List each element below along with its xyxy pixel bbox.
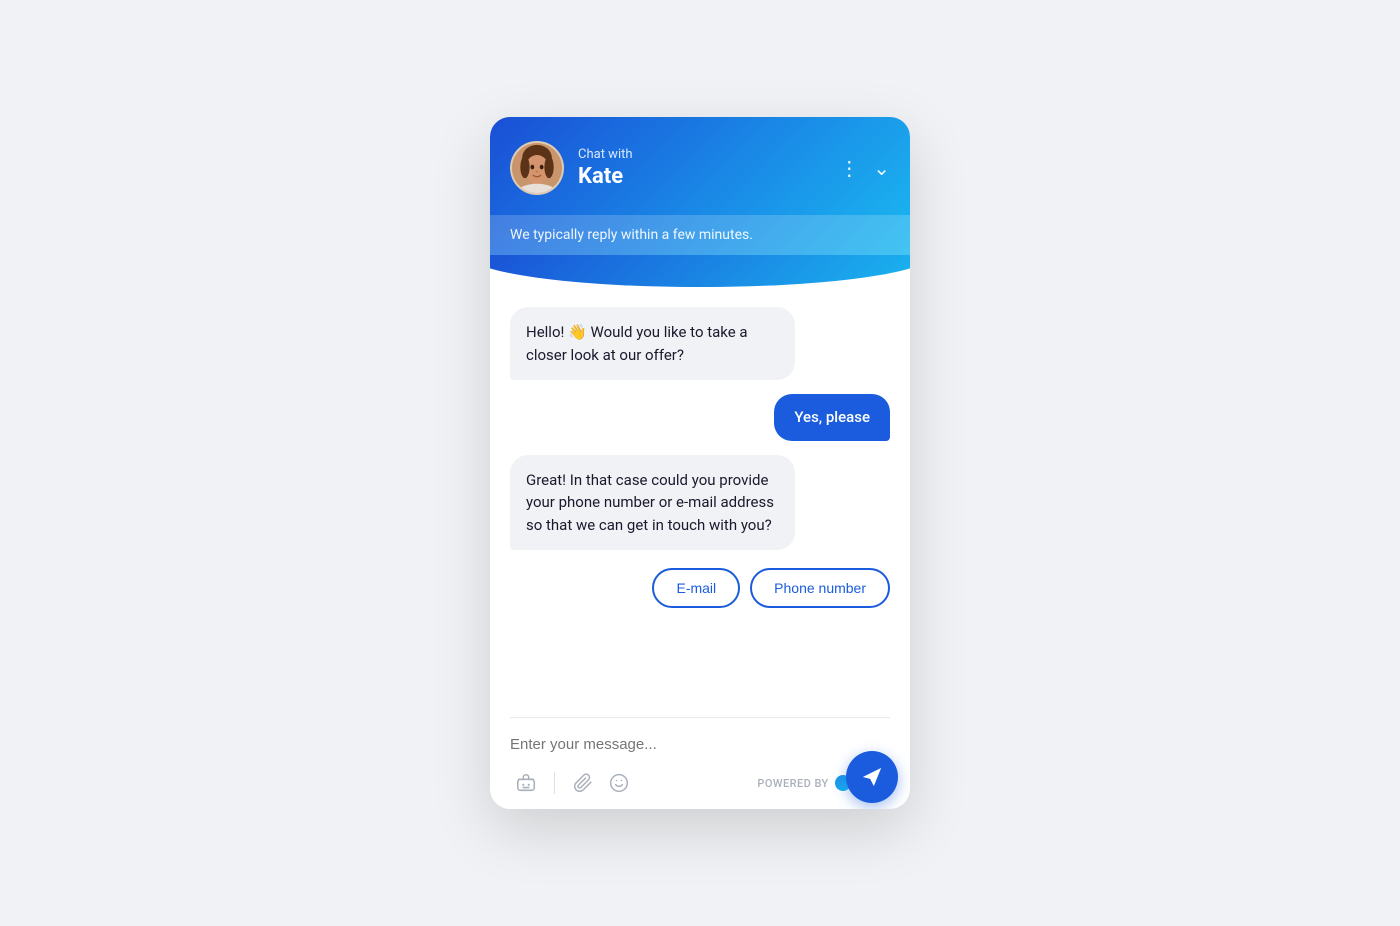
status-bar: We typically reply within a few minutes.	[490, 215, 910, 255]
message-text-3: Great! In that case could you provide yo…	[526, 469, 779, 537]
more-options-icon[interactable]: ⋮	[839, 158, 859, 178]
toolbar-divider	[554, 772, 555, 794]
header-actions: ⋮ ⌄	[839, 158, 890, 178]
message-bubble-2: Yes, please	[774, 394, 890, 441]
attachment-icon[interactable]	[567, 767, 599, 799]
chevron-down-icon[interactable]: ⌄	[873, 158, 890, 178]
bot-icon[interactable]	[510, 767, 542, 799]
chat-messages: Hello! 👋 Would you like to take a closer…	[490, 287, 910, 707]
chat-input-area: POWERED BY TIDIO	[490, 718, 910, 809]
quick-replies: E-mail Phone number	[510, 568, 890, 608]
status-message: We typically reply within a few minutes.	[510, 227, 890, 243]
message-input[interactable]	[510, 732, 890, 757]
quick-reply-email[interactable]: E-mail	[652, 568, 740, 608]
toolbar-icons	[510, 767, 635, 799]
powered-by-label: POWERED BY	[757, 777, 828, 790]
message-text-2: Yes, please	[794, 406, 870, 429]
message-text-1: Hello! 👋 Would you like to take a closer…	[526, 321, 779, 366]
send-button[interactable]	[846, 751, 898, 803]
chat-header: Chat with Kate ⋮ ⌄ We typically reply wi…	[490, 117, 910, 255]
message-bubble-3: Great! In that case could you provide yo…	[510, 455, 795, 551]
agent-name: Kate	[578, 164, 633, 189]
agent-avatar	[510, 141, 564, 195]
chat-toolbar: POWERED BY TIDIO	[510, 767, 890, 799]
wave-decoration	[490, 255, 910, 287]
emoji-icon[interactable]	[603, 767, 635, 799]
agent-info: Chat with Kate	[578, 147, 633, 189]
chat-widget: Chat with Kate ⋮ ⌄ We typically reply wi…	[490, 117, 910, 809]
quick-reply-phone[interactable]: Phone number	[750, 568, 890, 608]
chat-with-label: Chat with	[578, 147, 633, 162]
message-bubble-1: Hello! 👋 Would you like to take a closer…	[510, 307, 795, 380]
